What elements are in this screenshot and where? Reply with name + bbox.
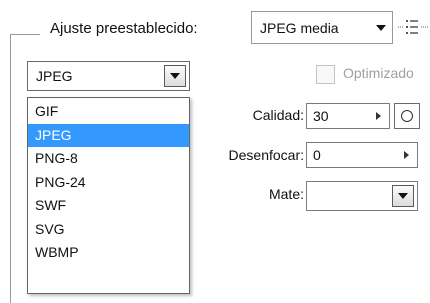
quality-alpha-channel-button[interactable]: [394, 103, 420, 129]
matte-select[interactable]: [306, 181, 418, 211]
format-option-png24[interactable]: PNG-24: [28, 171, 189, 195]
blur-field[interactable]: 0: [306, 142, 418, 168]
chevron-down-icon[interactable]: [392, 185, 414, 207]
group-frame-top: [10, 34, 40, 35]
preset-value: JPEG media: [260, 19, 339, 36]
format-option-svg[interactable]: SVG: [28, 218, 189, 242]
format-option-wbmp[interactable]: WBMP: [28, 241, 189, 265]
quality-field[interactable]: 30: [306, 103, 390, 129]
blur-label: Desenfocar:: [228, 147, 304, 163]
format-dropdown-list: GIF JPEG PNG-8 PNG-24 SWF SVG WBMP: [27, 97, 190, 294]
matte-label: Mate:: [268, 186, 304, 202]
chevron-down-icon[interactable]: [164, 65, 186, 87]
optimized-checkbox[interactable]: [316, 65, 335, 84]
blur-value: 0: [313, 147, 321, 163]
format-select[interactable]: JPEG: [27, 61, 190, 91]
preset-select[interactable]: JPEG media: [251, 11, 393, 44]
group-frame-left: [10, 34, 11, 303]
circle-icon: [401, 110, 413, 122]
format-option-jpeg[interactable]: JPEG: [28, 123, 189, 147]
format-value: JPEG: [36, 68, 73, 84]
chevron-down-icon[interactable]: [370, 12, 392, 43]
preset-label: Ajuste preestablecido:: [50, 20, 198, 37]
format-option-gif[interactable]: GIF: [28, 100, 189, 124]
format-option-swf[interactable]: SWF: [28, 194, 189, 218]
format-option-png8[interactable]: PNG-8: [28, 147, 189, 171]
quality-label: Calidad:: [252, 107, 304, 123]
panel-menu-icon[interactable]: [398, 16, 428, 38]
chevron-right-icon[interactable]: [395, 143, 417, 167]
quality-value: 30: [313, 108, 329, 124]
chevron-right-icon[interactable]: [367, 104, 389, 128]
optimized-label: Optimizado: [343, 65, 414, 81]
